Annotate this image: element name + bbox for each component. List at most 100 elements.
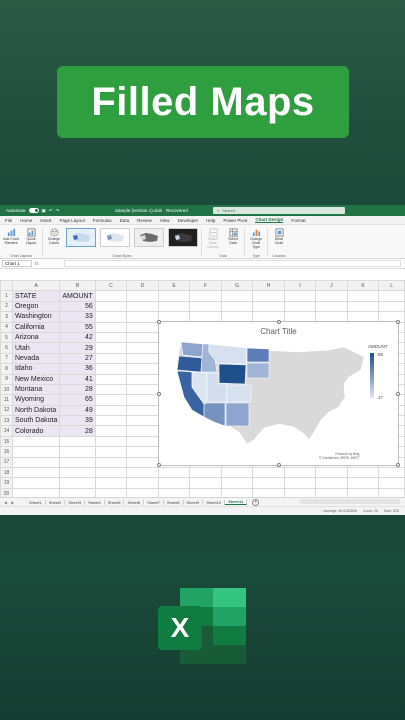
- cell[interactable]: [346, 300, 380, 313]
- state-cell[interactable]: North Dakota: [11, 404, 61, 417]
- row-header[interactable]: 7: [0, 352, 13, 365]
- cell[interactable]: [189, 290, 222, 302]
- undo-icon[interactable]: ↶: [49, 208, 53, 214]
- cell[interactable]: [220, 300, 254, 313]
- row-header[interactable]: 2: [0, 300, 13, 313]
- search-input[interactable]: ⌕ Search: [213, 207, 345, 214]
- menu-home[interactable]: Home: [20, 218, 32, 223]
- state-cell[interactable]: California: [11, 321, 61, 333]
- sheet-tab[interactable]: Sheet2: [46, 499, 66, 505]
- row-header[interactable]: 18: [0, 467, 13, 479]
- cell[interactable]: [126, 383, 159, 396]
- sheet-tab[interactable]: Sheet8: [164, 499, 184, 505]
- column-header[interactable]: E: [157, 279, 191, 292]
- chart-style-2[interactable]: [100, 228, 130, 247]
- cell[interactable]: [94, 446, 128, 458]
- row-header[interactable]: 1: [0, 290, 13, 302]
- cell[interactable]: [252, 290, 285, 302]
- cell[interactable]: [346, 477, 380, 489]
- row-header[interactable]: 8: [0, 363, 13, 375]
- formula-input[interactable]: [64, 260, 401, 267]
- amount-cell[interactable]: 49: [59, 404, 96, 417]
- row-header[interactable]: 14: [0, 425, 13, 437]
- column-header[interactable]: G: [220, 279, 254, 292]
- cell[interactable]: [94, 425, 128, 437]
- cell[interactable]: [94, 394, 128, 406]
- sheet-tab[interactable]: Sheet6: [124, 499, 145, 505]
- cell[interactable]: [189, 300, 222, 313]
- sheet-tab[interactable]: Sheet1: [26, 499, 46, 505]
- resize-handle[interactable]: [157, 320, 161, 324]
- cell[interactable]: [59, 435, 96, 448]
- column-header[interactable]: A: [11, 279, 61, 292]
- amount-cell[interactable]: 65: [59, 394, 96, 406]
- row-header[interactable]: 10: [0, 383, 13, 396]
- cell[interactable]: [126, 456, 159, 469]
- switch-row-column-button[interactable]: Switch Row/ Column: [205, 228, 221, 250]
- cell[interactable]: [59, 456, 96, 469]
- cell[interactable]: [283, 467, 317, 479]
- cell[interactable]: [315, 300, 348, 313]
- cell[interactable]: [378, 467, 405, 479]
- state-cell[interactable]: Oregon: [11, 300, 61, 313]
- cell[interactable]: [94, 467, 128, 479]
- cell[interactable]: [315, 477, 348, 489]
- cell[interactable]: [126, 404, 159, 417]
- row-header[interactable]: 4: [0, 321, 13, 333]
- menu-insert[interactable]: Insert: [40, 218, 51, 223]
- resize-handle[interactable]: [396, 320, 400, 324]
- cell[interactable]: [126, 342, 159, 354]
- header-amount[interactable]: AMOUNT: [59, 290, 96, 302]
- row-header[interactable]: 16: [0, 446, 13, 458]
- quick-layout-button[interactable]: Quick Layout: [23, 228, 39, 246]
- column-header[interactable]: L: [378, 279, 405, 292]
- cell[interactable]: [11, 446, 61, 458]
- cell[interactable]: [11, 477, 61, 489]
- sheet-tab[interactable]: Sheet7: [144, 499, 164, 505]
- cell[interactable]: [126, 467, 159, 479]
- change-colors-button[interactable]: Change Colors: [46, 228, 62, 246]
- cell[interactable]: [94, 456, 128, 469]
- change-chart-type-button[interactable]: Change Chart Type: [248, 228, 264, 250]
- cell[interactable]: [378, 300, 405, 313]
- sheet-tab[interactable]: Sheet3: [65, 499, 86, 505]
- state-cell[interactable]: Washington: [11, 311, 61, 323]
- menu-file[interactable]: File: [5, 218, 12, 223]
- state-cell[interactable]: New Mexico: [11, 373, 61, 385]
- menu-help[interactable]: Help: [206, 218, 215, 223]
- cell[interactable]: [378, 477, 405, 489]
- cell[interactable]: [126, 300, 159, 313]
- row-header[interactable]: 13: [0, 415, 13, 427]
- row-header[interactable]: 17: [0, 456, 13, 469]
- row-header[interactable]: 6: [0, 342, 13, 354]
- cell[interactable]: [157, 477, 191, 489]
- row-header[interactable]: 19: [0, 477, 13, 489]
- cell[interactable]: [94, 331, 128, 344]
- amount-cell[interactable]: 55: [59, 321, 96, 333]
- row-header[interactable]: 15: [0, 435, 13, 448]
- cell[interactable]: [94, 290, 128, 302]
- amount-cell[interactable]: 29: [59, 342, 96, 354]
- amount-cell[interactable]: 28: [59, 383, 96, 396]
- cell[interactable]: [315, 467, 348, 479]
- resize-handle[interactable]: [277, 320, 281, 324]
- chart-style-3[interactable]: [134, 228, 164, 247]
- sheet-tab[interactable]: Sheet11: [225, 499, 248, 505]
- cell[interactable]: [220, 467, 254, 479]
- state-cell[interactable]: Wyoming: [11, 394, 61, 406]
- cell[interactable]: [11, 456, 61, 469]
- resize-handle[interactable]: [157, 463, 161, 467]
- amount-cell[interactable]: 42: [59, 331, 96, 344]
- cell[interactable]: [94, 363, 128, 375]
- cell[interactable]: [94, 352, 128, 365]
- amount-cell[interactable]: 27: [59, 352, 96, 365]
- state-cell[interactable]: Montana: [11, 383, 61, 396]
- header-state[interactable]: STATE: [11, 290, 61, 302]
- sheet-tab[interactable]: Sheet9: [184, 499, 204, 505]
- cell[interactable]: [126, 321, 159, 333]
- row-header[interactable]: 12: [0, 404, 13, 417]
- column-header[interactable]: F: [189, 279, 222, 292]
- cell[interactable]: [252, 467, 285, 479]
- cell[interactable]: [220, 290, 254, 302]
- state-cell[interactable]: Colorado: [11, 425, 61, 437]
